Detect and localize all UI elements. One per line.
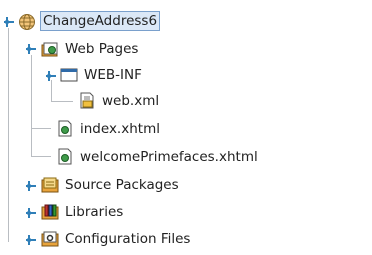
globe-icon <box>18 13 36 31</box>
expand-toggle-libraries[interactable] <box>25 207 37 219</box>
tree-node-configuration-files[interactable]: Configuration Files <box>62 229 193 249</box>
tree-node-web-inf[interactable]: WEB-INF <box>81 65 145 85</box>
expand-toggle-web-pages[interactable] <box>25 43 37 55</box>
tree-line <box>31 128 51 129</box>
web-folder-icon <box>41 40 59 58</box>
expand-toggle-source-packages[interactable] <box>25 180 37 192</box>
tree-node-welcome-primefaces[interactable]: welcomePrimefaces.xhtml <box>77 147 261 167</box>
tree-node-root[interactable]: ChangeAddress6 <box>40 11 161 31</box>
tree-node-web-xml[interactable]: web.xml <box>99 91 162 111</box>
tree-node-libraries[interactable]: Libraries <box>62 202 126 222</box>
xml-file-icon <box>78 92 96 110</box>
tree-line <box>31 55 32 156</box>
expand-toggle-web-inf[interactable] <box>45 70 57 82</box>
xhtml-file-icon <box>56 120 74 138</box>
source-packages-icon <box>41 176 59 194</box>
folder-icon <box>60 66 78 84</box>
tree-line <box>31 156 51 157</box>
tree-line <box>51 101 73 102</box>
libraries-icon <box>41 203 59 221</box>
tree-node-source-packages[interactable]: Source Packages <box>62 175 182 195</box>
expand-toggle-configuration-files[interactable] <box>25 234 37 246</box>
tree-line <box>8 28 9 242</box>
project-tree: ChangeAddress6 Web Pages WEB-INF web.xml <box>0 0 372 255</box>
tree-node-index-xhtml[interactable]: index.xhtml <box>77 119 163 139</box>
tree-node-web-pages[interactable]: Web Pages <box>62 39 141 59</box>
configuration-files-icon <box>41 230 59 248</box>
xhtml-file-icon <box>56 148 74 166</box>
expand-toggle-root[interactable] <box>3 16 15 28</box>
tree-line <box>51 80 52 102</box>
